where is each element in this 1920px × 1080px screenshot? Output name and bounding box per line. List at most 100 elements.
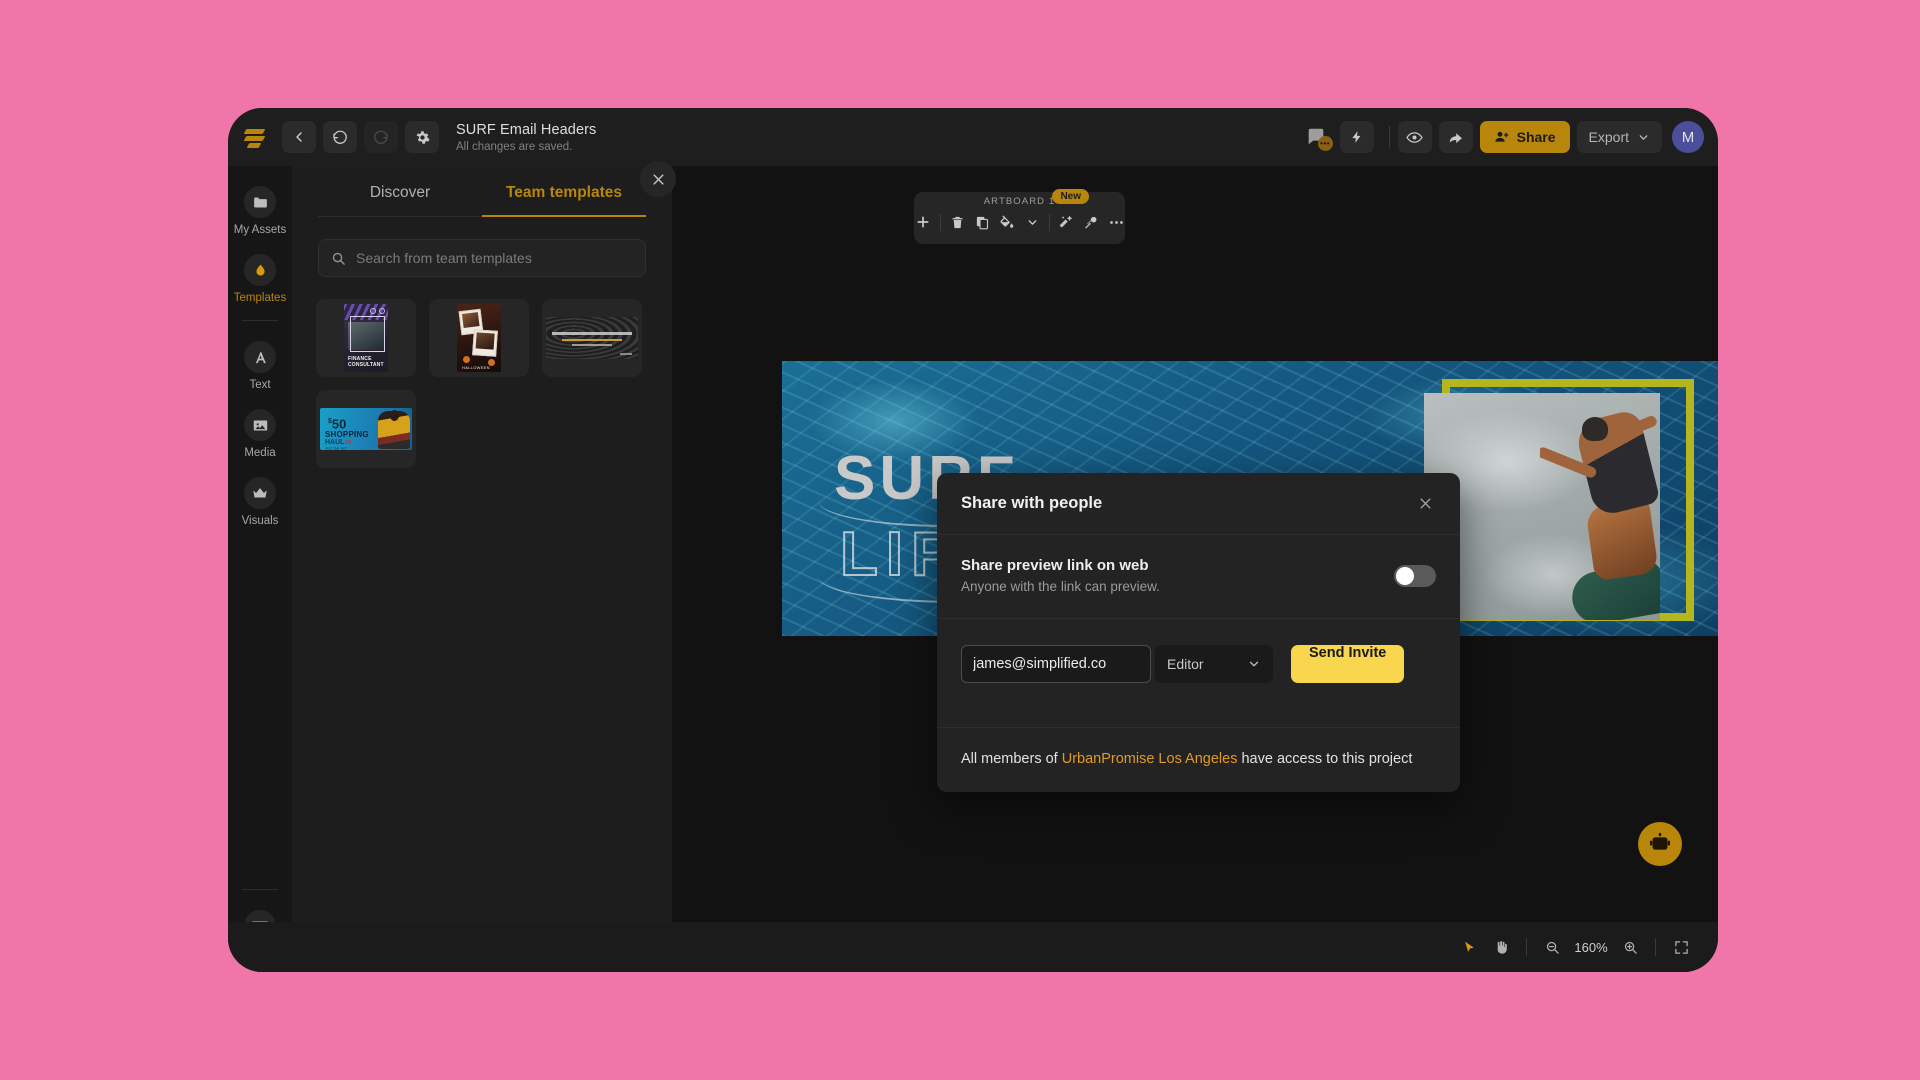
sidebar-item-media[interactable]: Media [228,403,292,461]
footer-note-prefix: All members of [961,751,1062,767]
role-select-value: Editor [1167,656,1204,672]
duplicate-artboard-button[interactable] [970,210,995,234]
avatar[interactable]: M [1672,121,1704,153]
close-panel-button[interactable] [640,161,676,197]
top-header-bar: SURF Email Headers All changes are saved… [228,108,1718,166]
add-artboard-button[interactable] [911,210,936,234]
template-thumbnail: FINANCE CONSULTANT [344,304,388,372]
share-preview-toggle[interactable] [1394,564,1436,587]
fit-to-screen-button[interactable] [1666,933,1696,961]
copy-icon [976,216,988,229]
search-icon [332,252,345,265]
page-title: SURF Email Headers [456,121,597,138]
invite-row: Editor Send Invite [937,619,1460,728]
share-button-label: Share [1516,129,1556,145]
template-card[interactable]: HALLOWEEN [429,299,529,377]
template-title-line1: SHOPPING [325,430,369,439]
footer-divider [1655,938,1656,956]
tab-team-templates[interactable]: Team templates [482,166,646,217]
redo-button[interactable] [364,121,398,153]
hand-icon [1497,941,1507,954]
ai-eraser-icon [1085,216,1097,229]
publish-button[interactable] [1438,121,1473,153]
sidebar-item-text[interactable]: Text [228,335,292,393]
template-thumbnail [546,317,638,359]
hand-tool-button[interactable] [1486,933,1516,961]
template-card[interactable]: FINANCE CONSULTANT [316,299,416,377]
share-button[interactable]: Share [1479,121,1570,153]
artboard-toolbar: ARTBOARD 1 New [914,189,1125,244]
undo-button[interactable] [323,121,357,153]
footer-divider [1526,938,1527,956]
simplified-logo-icon[interactable] [242,124,272,150]
share-preview-subtitle: Anyone with the link can preview. [961,579,1160,594]
template-title-suffix: OF. [344,440,353,446]
sidebar-item-visuals[interactable]: Visuals [228,471,292,529]
settings-button[interactable] [405,121,439,153]
select-tool-button[interactable] [1454,933,1484,961]
ai-tool-button[interactable] [1079,210,1104,234]
document-title-block: SURF Email Headers All changes are saved… [456,122,596,153]
chevron-down-icon [1249,661,1259,667]
share-preview-link-row: Share preview link on web Anyone with th… [937,535,1460,619]
email-field[interactable] [961,645,1151,683]
search-box[interactable] [318,239,646,277]
role-select[interactable]: Editor [1155,645,1273,683]
paint-bucket-icon [1000,215,1014,228]
rail-bottom-divider [242,889,278,890]
magic-resize-button[interactable] [1054,210,1079,234]
sidebar-item-label: Visuals [241,515,279,527]
save-status: All changes are saved. [456,140,573,153]
zoom-level[interactable]: 160% [1569,940,1613,955]
share-preview-title: Share preview link on web [961,557,1149,574]
template-title-line2: HALLOWEEN [462,365,490,370]
dialog-header: Share with people [937,473,1460,535]
template-card[interactable] [542,299,642,377]
send-invite-button[interactable]: Send Invite [1291,645,1405,683]
robot-icon [1650,832,1670,850]
template-drop-icon [244,254,276,286]
template-thumbnail: $50 SHOPPING HAULOF. FIT OF FIT MORE SOO… [320,408,412,450]
quick-actions-button[interactable] [1339,121,1374,153]
folder-icon [244,186,276,218]
fill-color-dropdown[interactable] [1020,210,1045,234]
template-card[interactable]: $50 SHOPPING HAULOF. FIT OF FIT MORE SOO… [316,390,416,468]
cursor-arrow-icon [1464,941,1474,952]
header-divider [1388,126,1390,148]
text-a-icon [244,341,276,373]
comments-button[interactable]: ••• [1298,121,1334,153]
dialog-title: Share with people [961,494,1103,512]
chevron-down-icon [1639,134,1648,140]
canvas-footer-bar: 160% [228,922,1718,972]
sidebar-item-templates[interactable]: Templates [228,248,292,306]
left-tool-rail: My Assets Templates Text Media Visuals [228,166,292,972]
close-dialog-button[interactable] [1414,493,1436,515]
search-input[interactable] [356,250,633,266]
image-icon [244,409,276,441]
magic-wand-icon [1059,215,1073,228]
tab-discover[interactable]: Discover [318,166,482,217]
toggle-knob [1396,566,1414,585]
panel-tabs: Discover Team templates [292,166,672,217]
export-button-label: Export [1588,129,1629,145]
ai-assistant-button[interactable] [1638,822,1682,866]
artboard-tool-group [911,210,1129,234]
preview-button[interactable] [1397,121,1432,153]
template-title-line2: HAUL [325,439,345,446]
organization-name: UrbanPromise Los Angeles [1061,751,1238,767]
sidebar-item-label: My Assets [233,224,287,236]
delete-artboard-button[interactable] [945,210,970,234]
more-options-button[interactable] [1104,210,1129,234]
trash-icon [952,216,962,228]
fit-to-screen-icon [1674,940,1688,954]
crown-icon [244,477,276,509]
share-with-people-dialog: Share with people Share preview link on … [937,473,1460,792]
zoom-out-button[interactable] [1537,933,1567,961]
export-button[interactable]: Export [1576,121,1662,153]
fill-color-button[interactable] [995,210,1020,234]
back-button[interactable] [282,121,316,153]
zoom-in-button[interactable] [1615,933,1645,961]
zoom-in-icon [1624,941,1637,954]
sidebar-item-my-assets[interactable]: My Assets [228,180,292,238]
footer-note-suffix: have access to this project [1237,751,1413,767]
